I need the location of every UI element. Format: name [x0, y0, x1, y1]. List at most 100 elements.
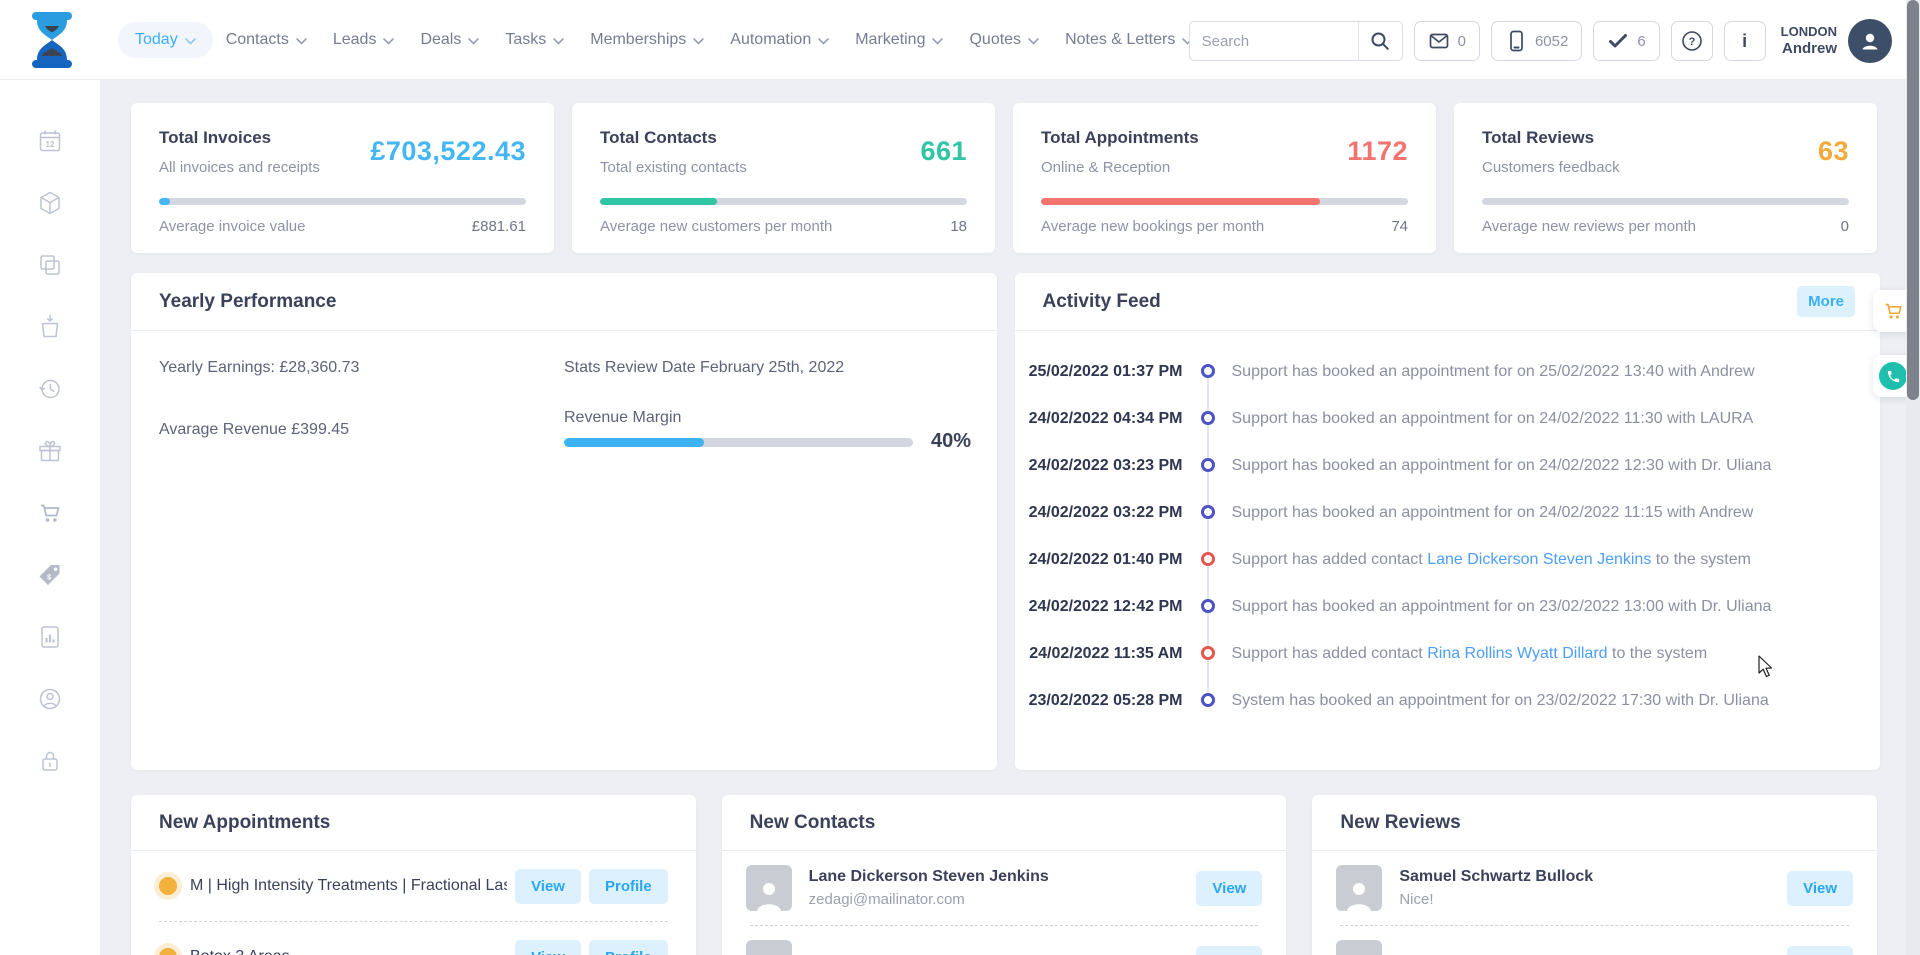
- profile-button[interactable]: Profile: [589, 940, 668, 955]
- lock-icon[interactable]: [37, 748, 63, 774]
- profile-button[interactable]: Profile: [589, 869, 668, 904]
- feed-item: 24/02/2022 11:35 AMSupport has added con…: [1015, 630, 1881, 677]
- calls-counter-button[interactable]: 6052: [1491, 21, 1582, 61]
- inbox-counter-button[interactable]: 0: [1414, 21, 1480, 61]
- contact-link[interactable]: Lane Dickerson Steven Jenkins: [1427, 551, 1651, 568]
- stat-card-total-appointments: Total AppointmentsOnline & Reception1172…: [1013, 103, 1436, 253]
- avatar: [746, 940, 792, 955]
- progress-track: [1482, 198, 1849, 205]
- check-icon: [1607, 30, 1629, 52]
- contact-link[interactable]: Rina Rollins Wyatt Dillard: [1427, 645, 1607, 662]
- nav-tasks[interactable]: Tasks: [492, 22, 577, 58]
- copy-icon[interactable]: [37, 252, 63, 278]
- nav-marketing[interactable]: Marketing: [842, 22, 956, 58]
- search-input[interactable]: [1190, 33, 1358, 50]
- contact-name: Lane Dickerson Steven Jenkins: [809, 868, 1189, 886]
- view-button[interactable]: View: [1196, 871, 1262, 906]
- app-logo-icon[interactable]: [28, 12, 76, 68]
- user-avatar[interactable]: [1848, 19, 1892, 63]
- history-icon[interactable]: [37, 376, 63, 402]
- chevron-down-icon: [296, 38, 307, 45]
- revenue-margin-fill: [564, 438, 704, 447]
- panel-title: New Contacts: [750, 812, 876, 834]
- progress-track: [1041, 198, 1408, 205]
- calendar-icon[interactable]: 12: [37, 128, 63, 154]
- timeline-dot-appointment: [1201, 599, 1215, 613]
- new-reviews-panel: New Reviews Samuel Schwartz BullockNice!…: [1312, 795, 1877, 955]
- yearly-performance-panel: Yearly Performance Yearly Earnings: £28,…: [131, 273, 997, 770]
- price-tag-icon[interactable]: $: [37, 562, 63, 588]
- review-row: Samuel Schwartz BullockNice! View: [1312, 851, 1877, 925]
- stats-review-date: Stats Review Date February 25th, 2022: [564, 359, 844, 377]
- chevron-down-icon: [932, 38, 943, 45]
- stat-footer-label: Average new reviews per month: [1482, 218, 1696, 235]
- stat-subtitle: All invoices and receipts: [159, 159, 320, 176]
- avatar: [1336, 940, 1382, 955]
- stat-subtitle: Online & Reception: [1041, 159, 1199, 176]
- contact-row: Rina Rollins Wyatt Dillard View: [722, 926, 1287, 955]
- contact-row: Lane Dickerson Steven Jenkinszedagi@mail…: [722, 851, 1287, 925]
- view-button[interactable]: View: [515, 869, 581, 904]
- package-icon[interactable]: [37, 190, 63, 216]
- avatar: [746, 865, 792, 911]
- tasks-counter-button[interactable]: 6: [1593, 21, 1659, 61]
- help-button[interactable]: ?: [1671, 21, 1713, 61]
- more-button[interactable]: More: [1797, 286, 1855, 317]
- nav-quotes[interactable]: Quotes: [956, 22, 1052, 58]
- stat-footer-value: 74: [1391, 218, 1408, 235]
- reviewer-name: Samuel Schwartz Bullock: [1399, 868, 1779, 886]
- info-button[interactable]: i: [1724, 21, 1766, 61]
- info-icon: i: [1742, 31, 1747, 52]
- report-icon[interactable]: [37, 624, 63, 650]
- stat-value: £703,522.43: [370, 136, 526, 176]
- feed-item: 24/02/2022 03:23 PMSupport has booked an…: [1015, 442, 1881, 489]
- inbox-count: 0: [1458, 33, 1466, 50]
- timeline-dot-contact: [1201, 646, 1215, 660]
- view-button[interactable]: View: [515, 940, 581, 955]
- yearly-earnings: Yearly Earnings: £28,360.73: [159, 359, 359, 377]
- nav-notes-letters[interactable]: Notes & Letters: [1052, 22, 1206, 58]
- progress-track: [159, 198, 526, 205]
- scrollbar-thumb[interactable]: [1907, 0, 1919, 400]
- timeline-dot-appointment: [1201, 505, 1215, 519]
- nav-memberships[interactable]: Memberships: [577, 22, 717, 58]
- stat-subtitle: Customers feedback: [1482, 159, 1620, 176]
- stat-value: 63: [1818, 136, 1849, 176]
- view-button[interactable]: View: [1787, 946, 1853, 955]
- search-button[interactable]: [1358, 22, 1402, 60]
- tasks-count: 6: [1637, 33, 1645, 50]
- appointment-row: M | High Intensity Treatments | Fraction…: [131, 851, 696, 921]
- progress-fill: [1041, 198, 1320, 205]
- left-sidebar: 12 $: [0, 80, 100, 955]
- nav-contacts[interactable]: Contacts: [213, 22, 320, 58]
- activity-feed-list: 25/02/2022 01:37 PMSupport has booked an…: [1015, 331, 1881, 724]
- stat-footer-label: Average new bookings per month: [1041, 218, 1264, 235]
- cart-icon[interactable]: [37, 500, 63, 526]
- chevron-down-icon: [468, 38, 479, 45]
- user-icon: [1857, 28, 1883, 54]
- stat-card-total-reviews: Total ReviewsCustomers feedback63 Averag…: [1454, 103, 1877, 253]
- view-button[interactable]: View: [1196, 946, 1262, 955]
- nav-deals[interactable]: Deals: [407, 22, 492, 58]
- progress-fill: [600, 198, 717, 205]
- phone-circle: [1879, 362, 1907, 390]
- view-button[interactable]: View: [1787, 871, 1853, 906]
- stat-title: Total Appointments: [1041, 128, 1199, 148]
- revenue-margin-track: [564, 438, 913, 447]
- appointment-row: Botox 3 Areas View Profile: [131, 922, 696, 955]
- main-content: Total InvoicesAll invoices and receipts£…: [100, 80, 1920, 955]
- nav-automation[interactable]: Automation: [717, 22, 842, 58]
- gift-icon[interactable]: [37, 438, 63, 464]
- chevron-down-icon: [693, 38, 704, 45]
- chevron-down-icon: [1028, 38, 1039, 45]
- account-icon[interactable]: [37, 686, 63, 712]
- scrollbar-track[interactable]: [1906, 0, 1920, 955]
- cart-icon: [1881, 299, 1905, 323]
- search-box: [1189, 21, 1403, 61]
- main-nav: Today Contacts Leads Deals Tasks Members…: [118, 0, 1266, 80]
- stat-footer-value: 18: [950, 218, 967, 235]
- nav-leads[interactable]: Leads: [320, 22, 408, 58]
- shopping-bag-icon[interactable]: [37, 314, 63, 340]
- timeline-dot-appointment: [1201, 411, 1215, 425]
- nav-today[interactable]: Today: [118, 22, 213, 58]
